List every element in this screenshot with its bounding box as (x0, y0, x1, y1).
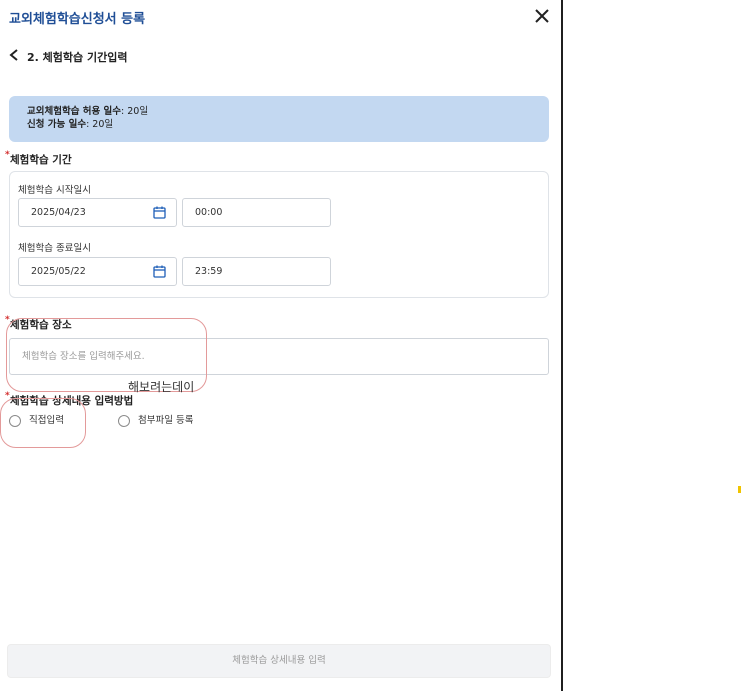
dialog-panel: 교외체험학습신청서 등록 2. 체험학습 기간입력 교외체험학습 허용 일수: … (0, 0, 563, 691)
period-section-label: 체험학습 기간 (10, 154, 72, 166)
period-box: 체험학습 시작일시 2025/04/23 00:00 체험학습 종료일시 202… (9, 171, 549, 298)
step-title: 2. 체험학습 기간입력 (27, 51, 128, 64)
detail-input-button[interactable]: 체험학습 상세내용 입력 (7, 644, 551, 678)
radio-label: 첨부파일 등록 (138, 415, 194, 426)
info-banner: 교외체험학습 허용 일수: 20일 신청 가능 일수: 20일 (9, 96, 549, 142)
close-icon[interactable] (532, 6, 552, 26)
back-chevron-icon[interactable] (8, 48, 20, 62)
start-date-input[interactable]: 2025/04/23 (18, 198, 177, 227)
allowed-days: 교외체험학습 허용 일수: 20일 (27, 105, 549, 118)
end-datetime-label: 체험학습 종료일시 (18, 243, 91, 254)
calendar-icon[interactable] (153, 206, 166, 219)
allowed-days-value: : 20일 (121, 106, 149, 117)
end-time-input[interactable]: 23:59 (182, 257, 331, 286)
available-days: 신청 가능 일수: 20일 (27, 118, 549, 131)
yellow-marker (738, 486, 741, 493)
available-days-label: 신청 가능 일수 (27, 119, 87, 130)
allowed-days-label: 교외체험학습 허용 일수 (27, 106, 122, 117)
start-datetime-label: 체험학습 시작일시 (18, 185, 91, 196)
start-date-value: 2025/04/23 (31, 207, 86, 218)
dialog-title: 교외체험학습신청서 등록 (9, 12, 146, 27)
end-date-input[interactable]: 2025/05/22 (18, 257, 177, 286)
annotation-circle-direct (0, 398, 86, 448)
available-days-value: : 20일 (86, 119, 114, 130)
calendar-icon[interactable] (153, 265, 166, 278)
start-time-input[interactable]: 00:00 (182, 198, 331, 227)
required-mark: * (5, 150, 10, 160)
end-date-value: 2025/05/22 (31, 266, 86, 277)
handwritten-annotation: 해보려는데이 (128, 380, 195, 394)
radio-circle[interactable] (118, 415, 130, 427)
